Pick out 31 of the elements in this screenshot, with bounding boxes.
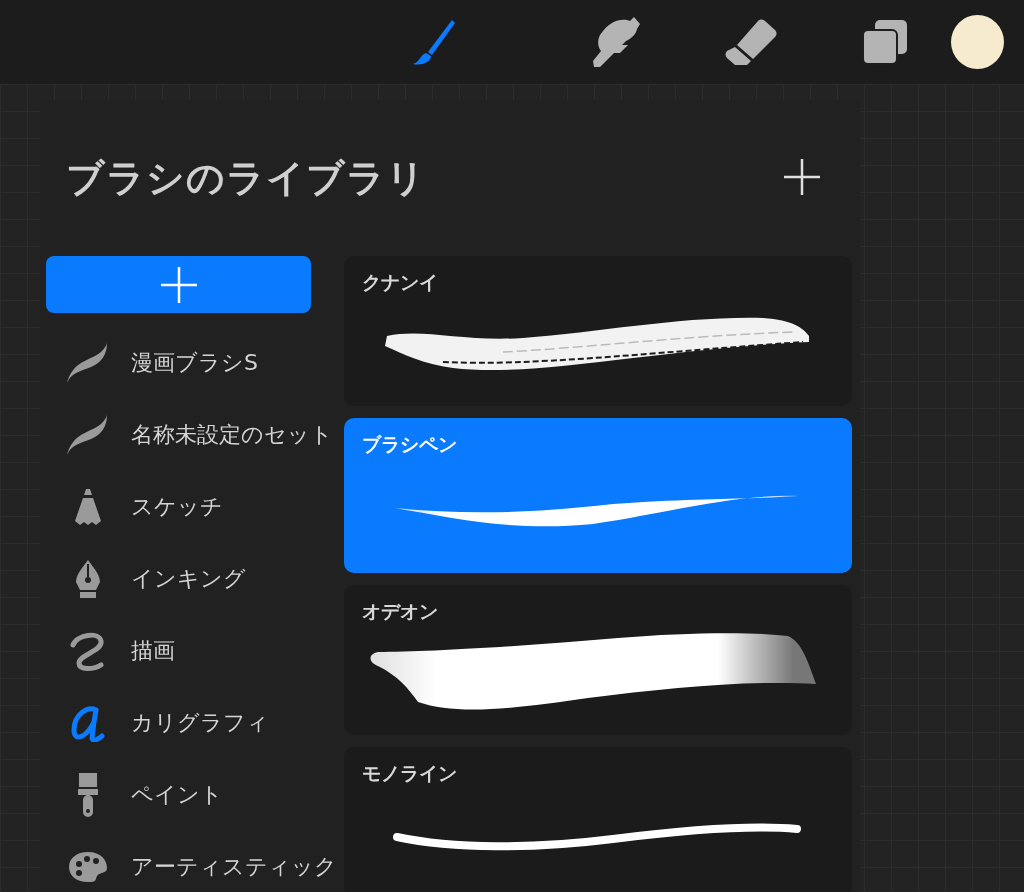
brush-name: オデオン xyxy=(362,599,438,624)
italic-letter-icon xyxy=(70,704,106,742)
brush-card[interactable]: オデオン xyxy=(344,585,852,735)
brush-set-item[interactable]: アーティスティック xyxy=(131,852,337,882)
brush-set-item[interactable]: カリグラフィ xyxy=(131,708,269,738)
color-swatch[interactable] xyxy=(951,15,1004,69)
brush-name: モノライン xyxy=(362,761,457,786)
panel-title: ブラシのライブラリ xyxy=(66,154,426,202)
brush-name: ブラシペン xyxy=(362,432,457,457)
brush-set-item[interactable]: 漫画ブラシS xyxy=(131,348,258,378)
palette-icon xyxy=(69,852,107,882)
pencil-icon xyxy=(75,489,101,525)
brush-set-item[interactable]: 名称未設定のセット xyxy=(131,420,333,450)
brush-set-item[interactable]: 描画 xyxy=(131,636,175,666)
brush-name: クナンイ xyxy=(362,270,438,295)
finger-icon[interactable] xyxy=(592,17,643,67)
brush-card[interactable]: モノライン xyxy=(344,747,852,892)
pen-nib-icon xyxy=(74,560,102,598)
brush-card[interactable]: ブラシペン xyxy=(344,418,852,573)
brush-set-item[interactable]: ペイント xyxy=(131,780,223,810)
plus-icon xyxy=(782,156,822,197)
brush-set-item[interactable]: スケッチ xyxy=(131,492,223,522)
squiggle-icon xyxy=(69,631,107,671)
brush-card[interactable]: クナンイ xyxy=(344,256,852,406)
paintbrush-icon[interactable] xyxy=(412,18,456,66)
stroke-icon xyxy=(67,415,109,455)
plus-icon xyxy=(158,264,199,305)
eraser-icon[interactable] xyxy=(724,19,777,65)
brush-set-item[interactable]: インキング xyxy=(131,564,246,594)
stroke-icon xyxy=(67,343,109,383)
paintbrush-icon xyxy=(76,773,100,817)
